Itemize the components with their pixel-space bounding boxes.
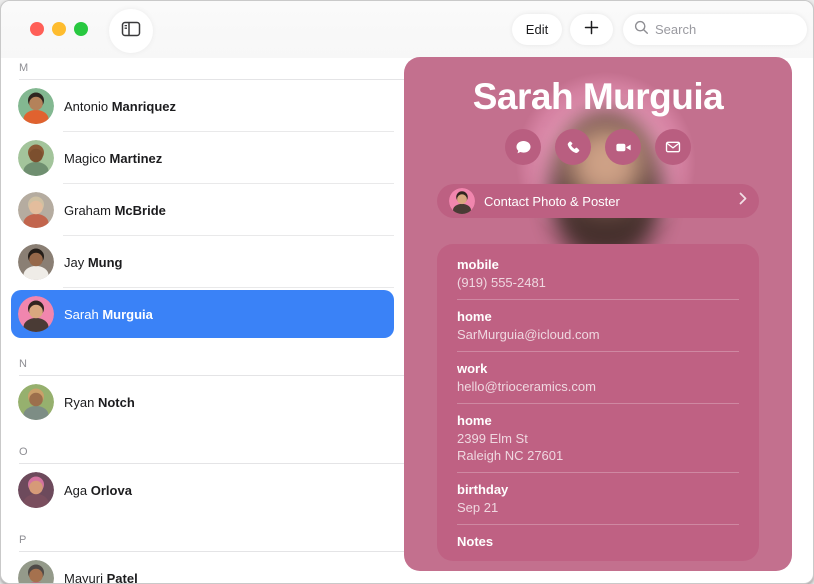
- avatar: [18, 296, 54, 332]
- mail-button[interactable]: [655, 129, 691, 165]
- contact-section: M Antonio Manriquez Magico Martinez Grah…: [1, 58, 404, 338]
- field-value: 2399 Elm St: [457, 430, 739, 447]
- contact-name: Aga Orlova: [64, 483, 132, 498]
- titlebar: Edit: [1, 1, 813, 58]
- contact-photo-poster-label: Contact Photo & Poster: [484, 194, 730, 209]
- search-icon: [634, 20, 649, 40]
- contact-row-mayuri-patel[interactable]: Mayuri Patel: [1, 552, 404, 583]
- contact-field-home[interactable]: home2399 Elm StRaleigh NC 27601: [457, 404, 739, 472]
- contacts-window: Edit M Antonio Manriquez: [0, 0, 814, 584]
- avatar: [18, 244, 54, 280]
- field-value: SarMurguia@icloud.com: [457, 326, 739, 343]
- video-icon: [614, 138, 633, 157]
- field-label: home: [457, 308, 739, 326]
- contact-list: M Antonio Manriquez Magico Martinez Grah…: [1, 58, 404, 583]
- contact-section: P Mayuri Patel: [1, 516, 404, 583]
- sidebar-icon: [120, 18, 142, 45]
- message-button[interactable]: [505, 129, 541, 165]
- avatar: [18, 560, 54, 583]
- contact-actions: [404, 129, 792, 165]
- field-label: mobile: [457, 256, 739, 274]
- contact-field-birthday[interactable]: birthdaySep 21: [457, 473, 739, 524]
- field-value: Raleigh NC 27601: [457, 447, 739, 464]
- chevron-right-icon: [739, 192, 747, 210]
- section-header: P: [1, 516, 404, 551]
- avatar: [18, 88, 54, 124]
- contact-section: O Aga Orlova: [1, 428, 404, 516]
- message-icon: [514, 138, 533, 157]
- field-value: (919) 555-2481: [457, 274, 739, 291]
- contact-name: Graham McBride: [64, 203, 166, 218]
- minimize-button[interactable]: [52, 22, 66, 36]
- contact-row-ryan-notch[interactable]: Ryan Notch: [1, 376, 404, 428]
- field-label: birthday: [457, 481, 739, 499]
- section-header: O: [1, 428, 404, 463]
- contact-section: N Ryan Notch: [1, 340, 404, 428]
- close-button[interactable]: [30, 22, 44, 36]
- contact-name: Mayuri Patel: [64, 571, 138, 584]
- search-input[interactable]: [655, 22, 785, 37]
- avatar: [18, 384, 54, 420]
- mail-icon: [664, 138, 682, 156]
- row-divider: [63, 287, 394, 288]
- search-field[interactable]: [623, 14, 807, 45]
- contact-row-graham-mcbride[interactable]: Graham McBride: [1, 184, 404, 236]
- contact-name: Jay Mung: [64, 255, 123, 270]
- field-value: hello@trioceramics.com: [457, 378, 739, 395]
- contact-field-mobile[interactable]: mobile(919) 555-2481: [457, 248, 739, 299]
- section-header: N: [1, 340, 404, 375]
- contact-row-sarah-murguia[interactable]: Sarah Murguia: [11, 290, 394, 338]
- contact-detail-panel: Sarah Murguia Contact Photo & Poster mob…: [404, 57, 792, 571]
- field-label: Notes: [457, 533, 739, 551]
- avatar: [18, 472, 54, 508]
- contact-field-work[interactable]: workhello@trioceramics.com: [457, 352, 739, 403]
- contact-name: Magico Martinez: [64, 151, 162, 166]
- sidebar-toggle-button[interactable]: [109, 9, 153, 53]
- contact-field-notes[interactable]: Notes: [457, 525, 739, 559]
- video-button[interactable]: [605, 129, 641, 165]
- contact-row-antonio-manriquez[interactable]: Antonio Manriquez: [1, 80, 404, 132]
- call-icon: [564, 138, 582, 156]
- field-label: home: [457, 412, 739, 430]
- contact-name-title: Sarah Murguia: [404, 76, 792, 118]
- contact-name: Antonio Manriquez: [64, 99, 176, 114]
- avatar: [18, 140, 54, 176]
- contact-avatar: [449, 188, 475, 214]
- contact-name: Ryan Notch: [64, 395, 135, 410]
- contact-row-magico-martinez[interactable]: Magico Martinez: [1, 132, 404, 184]
- contact-row-jay-mung[interactable]: Jay Mung: [1, 236, 404, 288]
- contact-row-aga-orlova[interactable]: Aga Orlova: [1, 464, 404, 516]
- plus-icon: [583, 19, 600, 41]
- edit-button[interactable]: Edit: [512, 14, 562, 45]
- field-label: work: [457, 360, 739, 378]
- section-header: M: [1, 58, 404, 79]
- field-value: Sep 21: [457, 499, 739, 516]
- avatar: [18, 192, 54, 228]
- zoom-button[interactable]: [74, 22, 88, 36]
- contact-field-home[interactable]: homeSarMurguia@icloud.com: [457, 300, 739, 351]
- call-button[interactable]: [555, 129, 591, 165]
- contact-photo-poster-row[interactable]: Contact Photo & Poster: [437, 184, 759, 218]
- add-contact-button[interactable]: [570, 14, 613, 45]
- contact-fields-card: mobile(919) 555-2481homeSarMurguia@iclou…: [437, 244, 759, 561]
- contact-name: Sarah Murguia: [64, 307, 153, 322]
